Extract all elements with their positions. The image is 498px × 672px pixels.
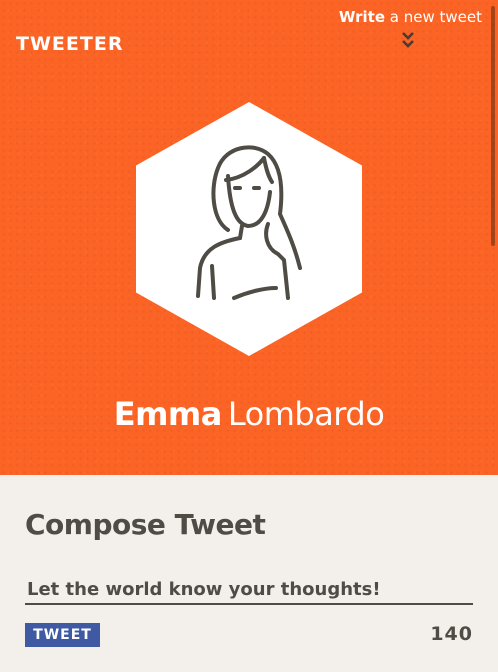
first-name: Emma — [113, 395, 223, 433]
scrollbar[interactable] — [491, 6, 495, 246]
tweet-button[interactable]: TWEET — [25, 623, 100, 647]
avatar — [136, 102, 362, 356]
char-count: 140 — [430, 623, 473, 645]
brand-logo[interactable]: TWEETER — [16, 33, 123, 55]
last-name: Lombardo — [227, 395, 385, 433]
write-link-bold: Write — [338, 8, 385, 26]
write-new-tweet-link[interactable]: Write a new tweet — [339, 8, 482, 26]
hexagon-frame — [136, 102, 362, 356]
compose-panel: Compose Tweet TWEET 140 — [0, 475, 498, 672]
profile-header: TWEETER Write a new tweet Emma Lombardo — [0, 0, 498, 475]
profile-name: Emma Lombardo — [0, 395, 498, 433]
tweet-input[interactable] — [25, 575, 473, 605]
write-link-text: a new tweet — [385, 8, 482, 26]
double-chevron-down-icon[interactable] — [401, 30, 415, 52]
compose-title: Compose Tweet — [25, 508, 266, 541]
